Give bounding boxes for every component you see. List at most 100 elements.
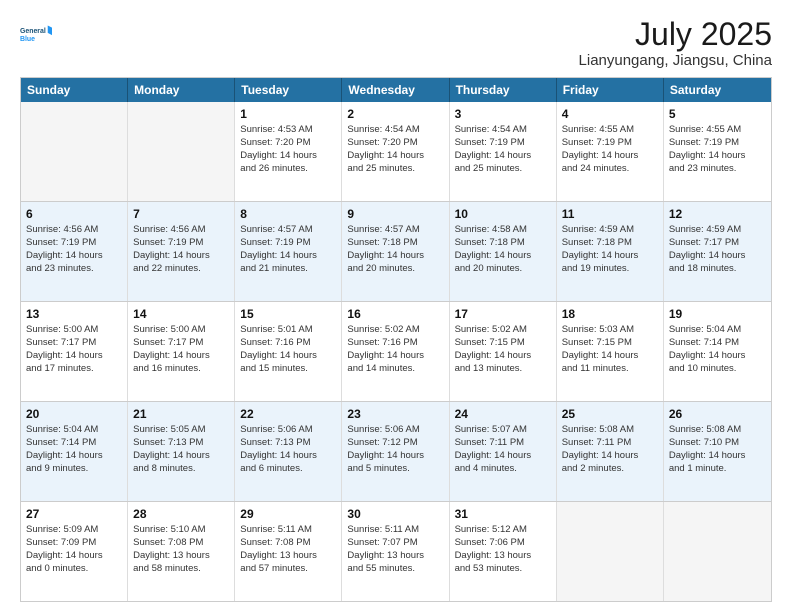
day-header-sunday: Sunday [21, 78, 128, 102]
calendar-cell-day-20: 20 Sunrise: 5:04 AM Sunset: 7:14 PM Dayli… [21, 402, 128, 501]
day-info: Sunrise: 5:10 AM Sunset: 7:08 PM Dayligh… [133, 524, 210, 573]
calendar-row-2: 6 Sunrise: 4:56 AM Sunset: 7:19 PM Daylig… [21, 201, 771, 301]
day-info: Sunrise: 4:58 AM Sunset: 7:18 PM Dayligh… [455, 224, 532, 273]
day-info: Sunrise: 4:54 AM Sunset: 7:20 PM Dayligh… [347, 124, 424, 173]
calendar-cell-day-12: 12 Sunrise: 4:59 AM Sunset: 7:17 PM Dayli… [664, 202, 771, 301]
day-number: 23 [347, 406, 443, 422]
day-number: 22 [240, 406, 336, 422]
calendar-header: SundayMondayTuesdayWednesdayThursdayFrid… [21, 78, 771, 102]
day-number: 31 [455, 506, 551, 522]
page: General Blue July 2025 Lianyungang, Jian… [0, 0, 792, 612]
calendar-cell-day-28: 28 Sunrise: 5:10 AM Sunset: 7:08 PM Dayli… [128, 502, 235, 601]
day-number: 30 [347, 506, 443, 522]
day-info: Sunrise: 5:02 AM Sunset: 7:15 PM Dayligh… [455, 324, 532, 373]
day-info: Sunrise: 5:00 AM Sunset: 7:17 PM Dayligh… [26, 324, 103, 373]
header: General Blue July 2025 Lianyungang, Jian… [20, 18, 772, 69]
calendar-row-3: 13 Sunrise: 5:00 AM Sunset: 7:17 PM Dayli… [21, 301, 771, 401]
calendar-cell-day-5: 5 Sunrise: 4:55 AM Sunset: 7:19 PM Daylig… [664, 102, 771, 201]
day-info: Sunrise: 4:57 AM Sunset: 7:18 PM Dayligh… [347, 224, 424, 273]
day-number: 5 [669, 106, 766, 122]
generalblue-logo-icon: General Blue [20, 18, 52, 50]
day-info: Sunrise: 4:53 AM Sunset: 7:20 PM Dayligh… [240, 124, 317, 173]
day-info: Sunrise: 4:55 AM Sunset: 7:19 PM Dayligh… [562, 124, 639, 173]
calendar-cell-day-30: 30 Sunrise: 5:11 AM Sunset: 7:07 PM Dayli… [342, 502, 449, 601]
month-title: July 2025 [579, 18, 772, 50]
calendar-cell-day-31: 31Sunrise: 5:12 AM Sunset: 7:06 PM Dayli… [450, 502, 557, 601]
calendar-cell-day-19: 19 Sunrise: 5:04 AM Sunset: 7:14 PM Dayli… [664, 302, 771, 401]
calendar-cell-day-4: 4Sunrise: 4:55 AM Sunset: 7:19 PM Daylig… [557, 102, 664, 201]
day-info: Sunrise: 4:57 AM Sunset: 7:19 PM Dayligh… [240, 224, 317, 273]
day-number: 28 [133, 506, 229, 522]
day-number: 9 [347, 206, 443, 222]
calendar-cell-day-11: 11Sunrise: 4:59 AM Sunset: 7:18 PM Dayli… [557, 202, 664, 301]
day-number: 16 [347, 306, 443, 322]
calendar-cell-day-10: 10Sunrise: 4:58 AM Sunset: 7:18 PM Dayli… [450, 202, 557, 301]
location: Lianyungang, Jiangsu, China [579, 52, 772, 69]
day-info: Sunrise: 5:09 AM Sunset: 7:09 PM Dayligh… [26, 524, 103, 573]
calendar-cell-day-21: 21Sunrise: 5:05 AM Sunset: 7:13 PM Dayli… [128, 402, 235, 501]
calendar-cell-day-7: 7 Sunrise: 4:56 AM Sunset: 7:19 PM Daylig… [128, 202, 235, 301]
day-info: Sunrise: 5:11 AM Sunset: 7:07 PM Dayligh… [347, 524, 424, 573]
calendar-cell-day-22: 22Sunrise: 5:06 AM Sunset: 7:13 PM Dayli… [235, 402, 342, 501]
calendar-cell-day-6: 6 Sunrise: 4:56 AM Sunset: 7:19 PM Daylig… [21, 202, 128, 301]
day-number: 13 [26, 306, 122, 322]
day-info: Sunrise: 5:03 AM Sunset: 7:15 PM Dayligh… [562, 324, 639, 373]
day-info: Sunrise: 5:04 AM Sunset: 7:14 PM Dayligh… [26, 424, 103, 473]
calendar-cell-day-17: 17 Sunrise: 5:02 AM Sunset: 7:15 PM Dayli… [450, 302, 557, 401]
day-info: Sunrise: 5:01 AM Sunset: 7:16 PM Dayligh… [240, 324, 317, 373]
calendar-cell-day-29: 29 Sunrise: 5:11 AM Sunset: 7:08 PM Dayli… [235, 502, 342, 601]
day-info: Sunrise: 5:02 AM Sunset: 7:16 PM Dayligh… [347, 324, 424, 373]
calendar-cell-day-18: 18 Sunrise: 5:03 AM Sunset: 7:15 PM Dayli… [557, 302, 664, 401]
calendar-cell-day-24: 24 Sunrise: 5:07 AM Sunset: 7:11 PM Dayli… [450, 402, 557, 501]
day-info: Sunrise: 4:56 AM Sunset: 7:19 PM Dayligh… [133, 224, 210, 273]
svg-text:General: General [20, 28, 46, 35]
calendar-cell-day-9: 9 Sunrise: 4:57 AM Sunset: 7:18 PM Daylig… [342, 202, 449, 301]
calendar: SundayMondayTuesdayWednesdayThursdayFrid… [20, 77, 772, 602]
calendar-cell-day-2: 2 Sunrise: 4:54 AM Sunset: 7:20 PM Daylig… [342, 102, 449, 201]
day-number: 26 [669, 406, 766, 422]
day-number: 2 [347, 106, 443, 122]
calendar-cell-day-23: 23Sunrise: 5:06 AM Sunset: 7:12 PM Dayli… [342, 402, 449, 501]
day-number: 20 [26, 406, 122, 422]
day-number: 12 [669, 206, 766, 222]
day-info: Sunrise: 5:08 AM Sunset: 7:10 PM Dayligh… [669, 424, 746, 473]
calendar-row-1: 1 Sunrise: 4:53 AM Sunset: 7:20 PM Daylig… [21, 102, 771, 201]
calendar-cell-day-26: 26 Sunrise: 5:08 AM Sunset: 7:10 PM Dayli… [664, 402, 771, 501]
calendar-row-5: 27 Sunrise: 5:09 AM Sunset: 7:09 PM Dayli… [21, 501, 771, 601]
day-number: 29 [240, 506, 336, 522]
day-number: 1 [240, 106, 336, 122]
day-info: Sunrise: 5:00 AM Sunset: 7:17 PM Dayligh… [133, 324, 210, 373]
day-number: 15 [240, 306, 336, 322]
day-number: 25 [562, 406, 658, 422]
day-number: 17 [455, 306, 551, 322]
day-info: Sunrise: 4:59 AM Sunset: 7:17 PM Dayligh… [669, 224, 746, 273]
day-number: 24 [455, 406, 551, 422]
svg-text:Blue: Blue [20, 36, 35, 43]
day-number: 3 [455, 106, 551, 122]
day-header-friday: Friday [557, 78, 664, 102]
calendar-cell-day-25: 25 Sunrise: 5:08 AM Sunset: 7:11 PM Dayli… [557, 402, 664, 501]
day-info: Sunrise: 4:55 AM Sunset: 7:19 PM Dayligh… [669, 124, 746, 173]
day-info: Sunrise: 4:56 AM Sunset: 7:19 PM Dayligh… [26, 224, 103, 273]
day-number: 27 [26, 506, 122, 522]
day-info: Sunrise: 5:11 AM Sunset: 7:08 PM Dayligh… [240, 524, 317, 573]
day-header-tuesday: Tuesday [235, 78, 342, 102]
day-number: 18 [562, 306, 658, 322]
day-header-monday: Monday [128, 78, 235, 102]
day-info: Sunrise: 5:08 AM Sunset: 7:11 PM Dayligh… [562, 424, 639, 473]
calendar-cell-empty [664, 502, 771, 601]
logo: General Blue [20, 18, 52, 50]
day-number: 21 [133, 406, 229, 422]
calendar-cell-day-3: 3Sunrise: 4:54 AM Sunset: 7:19 PM Daylig… [450, 102, 557, 201]
calendar-cell-day-14: 14Sunrise: 5:00 AM Sunset: 7:17 PM Dayli… [128, 302, 235, 401]
day-header-wednesday: Wednesday [342, 78, 449, 102]
day-number: 6 [26, 206, 122, 222]
calendar-body: 1 Sunrise: 4:53 AM Sunset: 7:20 PM Daylig… [21, 102, 771, 601]
calendar-cell-day-27: 27 Sunrise: 5:09 AM Sunset: 7:09 PM Dayli… [21, 502, 128, 601]
day-info: Sunrise: 5:04 AM Sunset: 7:14 PM Dayligh… [669, 324, 746, 373]
calendar-cell-empty [21, 102, 128, 201]
day-number: 19 [669, 306, 766, 322]
day-number: 7 [133, 206, 229, 222]
day-info: Sunrise: 5:07 AM Sunset: 7:11 PM Dayligh… [455, 424, 532, 473]
title-block: July 2025 Lianyungang, Jiangsu, China [579, 18, 772, 69]
